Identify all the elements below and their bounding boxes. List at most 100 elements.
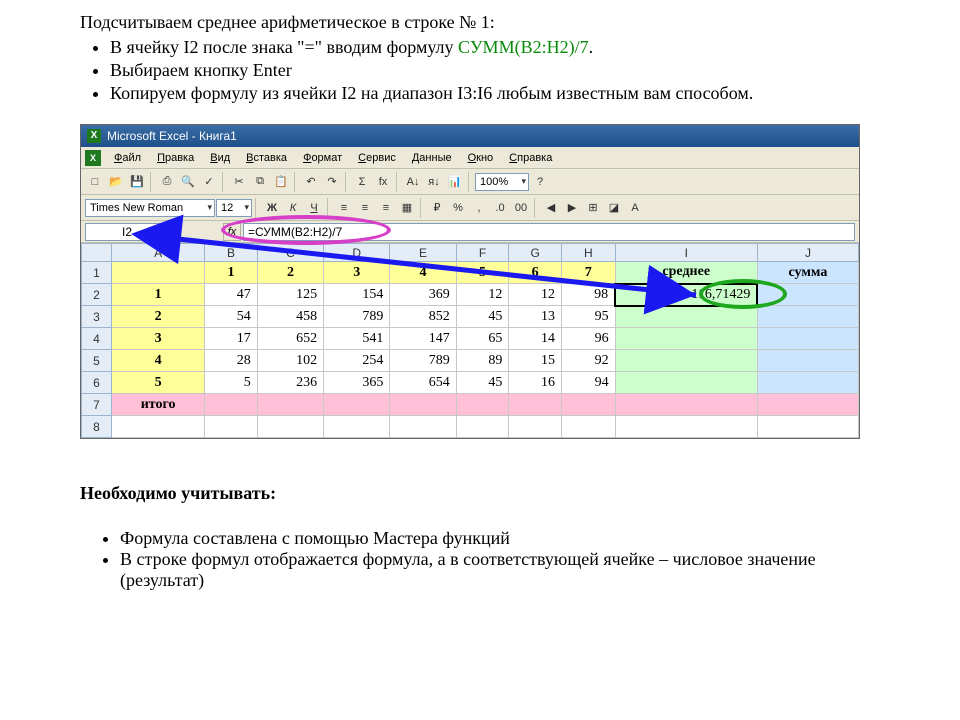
percent-icon[interactable]: % bbox=[448, 198, 468, 218]
cell-B7[interactable] bbox=[205, 394, 258, 416]
align-right-icon[interactable]: ≡ bbox=[376, 198, 396, 218]
sort-desc-icon[interactable]: я↓ bbox=[424, 172, 444, 192]
cut-icon[interactable]: ✂ bbox=[229, 172, 249, 192]
row-hdr-1[interactable]: 1 bbox=[82, 262, 112, 284]
cell-A2[interactable]: 1 bbox=[112, 284, 205, 306]
fx-icon[interactable]: fx bbox=[373, 172, 393, 192]
cell-J1[interactable]: сумма bbox=[757, 262, 858, 284]
paste-icon[interactable]: 📋 bbox=[271, 172, 291, 192]
cell-F4[interactable]: 65 bbox=[456, 328, 509, 350]
cell-D3[interactable]: 789 bbox=[324, 306, 390, 328]
dec-inc-icon[interactable]: .0 bbox=[490, 198, 510, 218]
col-J[interactable]: J bbox=[757, 244, 858, 262]
cell-I4[interactable] bbox=[615, 328, 757, 350]
open-icon[interactable]: 📂 bbox=[106, 172, 126, 192]
cell-C7[interactable] bbox=[257, 394, 323, 416]
comma-icon[interactable]: , bbox=[469, 198, 489, 218]
cell-F3[interactable]: 45 bbox=[456, 306, 509, 328]
cell-F6[interactable]: 45 bbox=[456, 372, 509, 394]
merge-icon[interactable]: ▦ bbox=[397, 198, 417, 218]
cell-G5[interactable]: 15 bbox=[509, 350, 562, 372]
row-hdr-6[interactable]: 6 bbox=[82, 372, 112, 394]
cell-H8[interactable] bbox=[561, 416, 615, 438]
cell-D5[interactable]: 254 bbox=[324, 350, 390, 372]
align-left-icon[interactable]: ≡ bbox=[334, 198, 354, 218]
col-F[interactable]: F bbox=[456, 244, 509, 262]
cell-B5[interactable]: 28 bbox=[205, 350, 258, 372]
cell-A6[interactable]: 5 bbox=[112, 372, 205, 394]
font-color-icon[interactable]: A bbox=[625, 198, 645, 218]
preview-icon[interactable]: 🔍 bbox=[178, 172, 198, 192]
cell-I7[interactable] bbox=[615, 394, 757, 416]
menu-view[interactable]: Вид bbox=[203, 150, 237, 166]
cell-D2[interactable]: 154 bbox=[324, 284, 390, 306]
cell-J3[interactable] bbox=[757, 306, 858, 328]
underline-icon[interactable]: Ч bbox=[304, 198, 324, 218]
col-E[interactable]: E bbox=[390, 244, 456, 262]
cell-D6[interactable]: 365 bbox=[324, 372, 390, 394]
cell-C4[interactable]: 652 bbox=[257, 328, 323, 350]
cell-B4[interactable]: 17 bbox=[205, 328, 258, 350]
col-H[interactable]: H bbox=[561, 244, 615, 262]
row-hdr-8[interactable]: 8 bbox=[82, 416, 112, 438]
menu-file[interactable]: Файл bbox=[107, 150, 148, 166]
cell-E3[interactable]: 852 bbox=[390, 306, 456, 328]
undo-icon[interactable]: ↶ bbox=[301, 172, 321, 192]
cell-B3[interactable]: 54 bbox=[205, 306, 258, 328]
cell-D1[interactable]: 3 bbox=[324, 262, 390, 284]
cell-G6[interactable]: 16 bbox=[509, 372, 562, 394]
cell-A3[interactable]: 2 bbox=[112, 306, 205, 328]
menu-help[interactable]: Справка bbox=[502, 150, 559, 166]
cell-G8[interactable] bbox=[509, 416, 562, 438]
cell-E7[interactable] bbox=[390, 394, 456, 416]
bold-icon[interactable]: Ж bbox=[262, 198, 282, 218]
cell-C6[interactable]: 236 bbox=[257, 372, 323, 394]
cell-F5[interactable]: 89 bbox=[456, 350, 509, 372]
new-icon[interactable]: □ bbox=[85, 172, 105, 192]
cell-F7[interactable] bbox=[456, 394, 509, 416]
copy-icon[interactable]: ⧉ bbox=[250, 172, 270, 192]
currency-icon[interactable]: ₽ bbox=[427, 198, 447, 218]
dec-dec-icon[interactable]: 00 bbox=[511, 198, 531, 218]
cell-C1[interactable]: 2 bbox=[257, 262, 323, 284]
cell-G1[interactable]: 6 bbox=[509, 262, 562, 284]
menu-tools[interactable]: Сервис bbox=[351, 150, 403, 166]
cell-D4[interactable]: 541 bbox=[324, 328, 390, 350]
cell-H2[interactable]: 98 bbox=[561, 284, 615, 306]
menu-edit[interactable]: Правка bbox=[150, 150, 201, 166]
formula-input[interactable]: =СУММ(B2:H2)/7 bbox=[243, 223, 855, 241]
cell-E8[interactable] bbox=[390, 416, 456, 438]
cell-F2[interactable]: 12 bbox=[456, 284, 509, 306]
menu-data[interactable]: Данные bbox=[405, 150, 459, 166]
cell-A1[interactable] bbox=[112, 262, 205, 284]
cell-G4[interactable]: 14 bbox=[509, 328, 562, 350]
cell-I6[interactable] bbox=[615, 372, 757, 394]
indent-inc-icon[interactable]: ▶ bbox=[562, 198, 582, 218]
zoom-combo[interactable]: 100% bbox=[475, 173, 529, 191]
cell-H4[interactable]: 96 bbox=[561, 328, 615, 350]
spellcheck-icon[interactable]: ✓ bbox=[199, 172, 219, 192]
cell-B1[interactable]: 1 bbox=[205, 262, 258, 284]
print-icon[interactable]: ⎙ bbox=[157, 172, 177, 192]
cell-I8[interactable] bbox=[615, 416, 757, 438]
row-hdr-7[interactable]: 7 bbox=[82, 394, 112, 416]
cell-J4[interactable] bbox=[757, 328, 858, 350]
italic-icon[interactable]: К bbox=[283, 198, 303, 218]
cell-H1[interactable]: 7 bbox=[561, 262, 615, 284]
col-G[interactable]: G bbox=[509, 244, 562, 262]
cell-D7[interactable] bbox=[324, 394, 390, 416]
cell-I5[interactable] bbox=[615, 350, 757, 372]
cell-E1[interactable]: 4 bbox=[390, 262, 456, 284]
cell-C3[interactable]: 458 bbox=[257, 306, 323, 328]
font-name-combo[interactable]: Times New Roman bbox=[85, 199, 215, 217]
cell-G7[interactable] bbox=[509, 394, 562, 416]
cell-B8[interactable] bbox=[205, 416, 258, 438]
cell-A7[interactable]: итого bbox=[112, 394, 205, 416]
cell-A5[interactable]: 4 bbox=[112, 350, 205, 372]
cell-C5[interactable]: 102 bbox=[257, 350, 323, 372]
cell-H3[interactable]: 95 bbox=[561, 306, 615, 328]
cell-H6[interactable]: 94 bbox=[561, 372, 615, 394]
cell-H5[interactable]: 92 bbox=[561, 350, 615, 372]
cell-J2[interactable] bbox=[757, 284, 858, 306]
align-center-icon[interactable]: ≡ bbox=[355, 198, 375, 218]
